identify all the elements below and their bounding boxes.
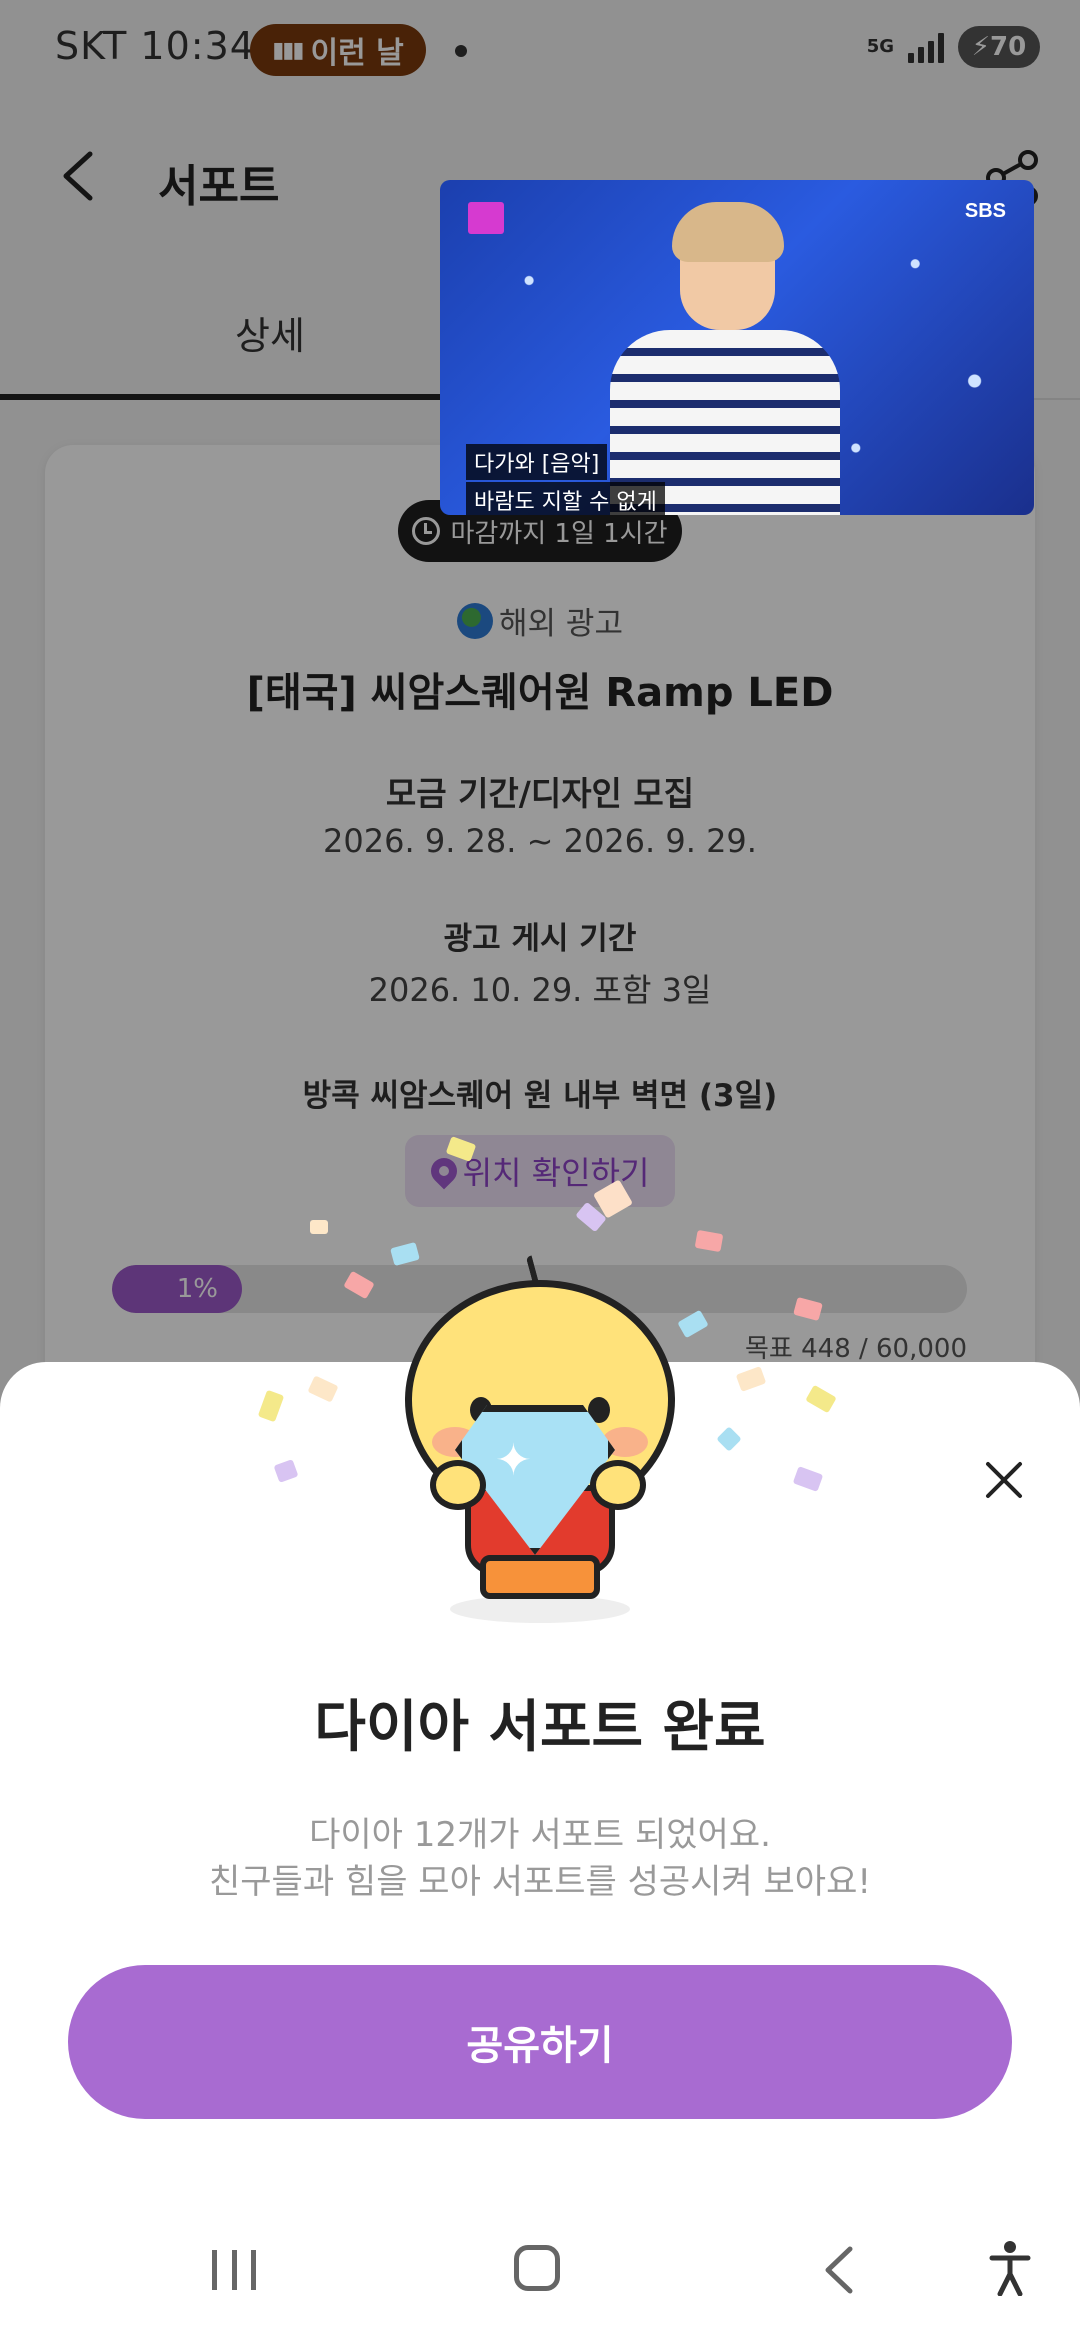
- close-icon[interactable]: [976, 1452, 1032, 1508]
- subtitle-line-2: 바람도 지할 수 없게: [466, 482, 665, 515]
- sheet-description-line-1: 다이아 12개가 서포트 되었어요.: [309, 1815, 771, 1855]
- accessibility-icon[interactable]: [988, 2240, 1032, 2296]
- show-logo-icon: [468, 202, 504, 234]
- channel-logo: SBS: [964, 200, 1006, 222]
- system-nav-bar: [0, 2200, 1080, 2340]
- recent-apps-icon[interactable]: [212, 2250, 256, 2290]
- video-subtitles: 다가와 [음악] 바람도 지할 수 없게: [466, 442, 665, 515]
- confetti-decoration: [310, 1220, 328, 1234]
- nav-back-icon[interactable]: [820, 2245, 860, 2295]
- share-button[interactable]: 공유하기: [68, 1965, 1012, 2119]
- video-pip-player[interactable]: SBS 다가와 [음악] 바람도 지할 수 없게: [440, 180, 1034, 515]
- sheet-description-line-2: 친구들과 힘을 모아 서포트를 성공시켜 보아요!: [209, 1862, 871, 1902]
- duck-mascot-illustration: ✦: [390, 1254, 690, 1625]
- subtitle-line-1: 다가와 [음악]: [466, 444, 608, 480]
- home-icon[interactable]: [514, 2245, 560, 2291]
- sheet-title: 다이아 서포트 완료: [314, 1695, 766, 1760]
